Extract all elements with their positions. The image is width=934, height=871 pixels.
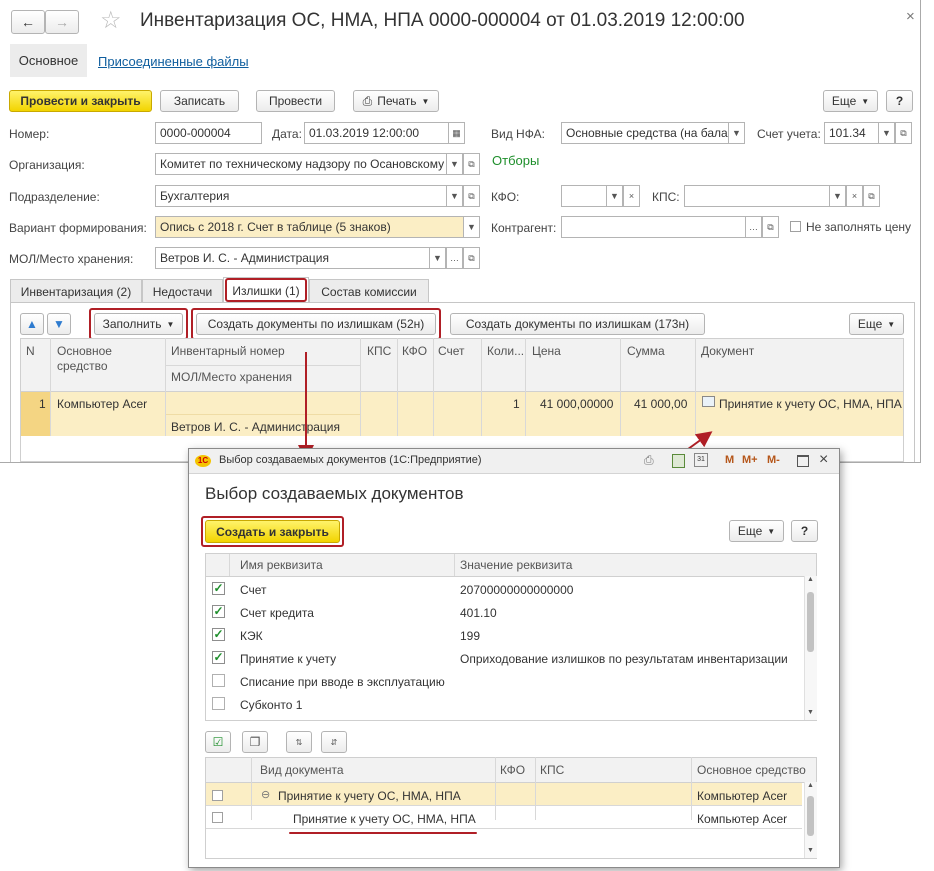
scroll-up-icon[interactable]: ▲ [807,782,814,789]
prop-name: КЭК [240,629,263,643]
check-all-button[interactable]: ☑ [205,731,231,753]
prop-value: 199 [460,629,481,643]
create-and-close-highlight [201,516,344,547]
dialog-close-icon[interactable]: × [819,451,828,469]
props-col-value: Значение реквизита [460,558,573,572]
doc-checkbox[interactable] [212,790,223,801]
prop-checkbox-unchecked[interactable] [212,697,225,710]
doc-checkbox[interactable] [212,812,223,823]
collapse-group-icon[interactable]: ⊖ [261,788,270,801]
uncheck-all-button[interactable]: ❐ [242,731,268,753]
doc-group-asset: Компьютер Acer [697,789,788,803]
dialog-heading: Выбор создаваемых документов [205,484,464,503]
prop-checkbox-checked[interactable]: ✓ [212,651,225,664]
1c-logo-icon: 1C [195,455,211,467]
collapse-all-button[interactable]: ⇵ [321,731,347,753]
docs-col-type: Вид документа [260,763,344,777]
maximize-icon[interactable] [797,455,809,467]
prop-name: Принятие к учету [240,652,337,666]
prop-name: Субконто 1 [240,698,303,712]
scroll-thumb[interactable] [807,592,814,652]
prop-name: Счет [240,583,267,597]
doc-asset: Компьютер Acer [697,812,788,826]
create-docs-dialog: 1C Выбор создаваемых документов (1С:Пред… [188,448,840,868]
dialog-more-button[interactable]: Еще ▼ [729,520,784,542]
docs-col-asset: Основное средство [697,763,806,777]
docs-col-kps: КПС [540,763,565,777]
expand-all-button[interactable]: ⇅ [286,731,312,753]
dialog-titlebar-text: Выбор создаваемых документов (1С:Предпри… [219,454,482,466]
chevron-down-icon: ▼ [767,526,776,536]
prop-name: Списание при вводе в эксплуатацию [240,675,445,689]
docs-scrollbar[interactable]: ▲ ▼ [804,782,817,858]
calendar-icon[interactable]: 31 [694,453,708,467]
doc-group-type: Принятие к учету ОС, НМА, НПА [278,789,461,803]
scroll-down-icon[interactable]: ▼ [807,709,814,716]
memory-m-button[interactable]: M [725,454,734,466]
prop-value: Оприходование излишков по результатам ин… [460,652,788,666]
prop-checkbox-checked[interactable]: ✓ [212,605,225,618]
calculator-icon[interactable] [672,454,685,468]
memory-m-plus-button[interactable]: M+ [742,454,758,466]
scroll-thumb[interactable] [807,796,814,836]
dialog-help-button[interactable]: ? [791,520,818,542]
memory-m-minus-button[interactable]: M- [767,454,780,466]
print-icon[interactable]: ⎙ [644,453,654,468]
prop-value: 401.10 [460,606,497,620]
doc-type: Принятие к учету ОС, НМА, НПА [293,812,476,826]
scroll-down-icon[interactable]: ▼ [807,847,814,854]
prop-checkbox-checked[interactable]: ✓ [212,582,225,595]
dialog-more-label: Еще [737,524,763,538]
scroll-up-icon[interactable]: ▲ [807,576,814,583]
props-scrollbar[interactable]: ▲ ▼ [804,576,817,720]
docs-col-kfo: КФО [500,763,526,777]
prop-value: 20700000000000000 [460,583,574,597]
props-col-name: Имя реквизита [240,558,323,572]
doc-type-underline [289,832,477,834]
prop-checkbox-checked[interactable]: ✓ [212,628,225,641]
prop-checkbox-unchecked[interactable] [212,674,225,687]
prop-name: Счет кредита [240,606,314,620]
